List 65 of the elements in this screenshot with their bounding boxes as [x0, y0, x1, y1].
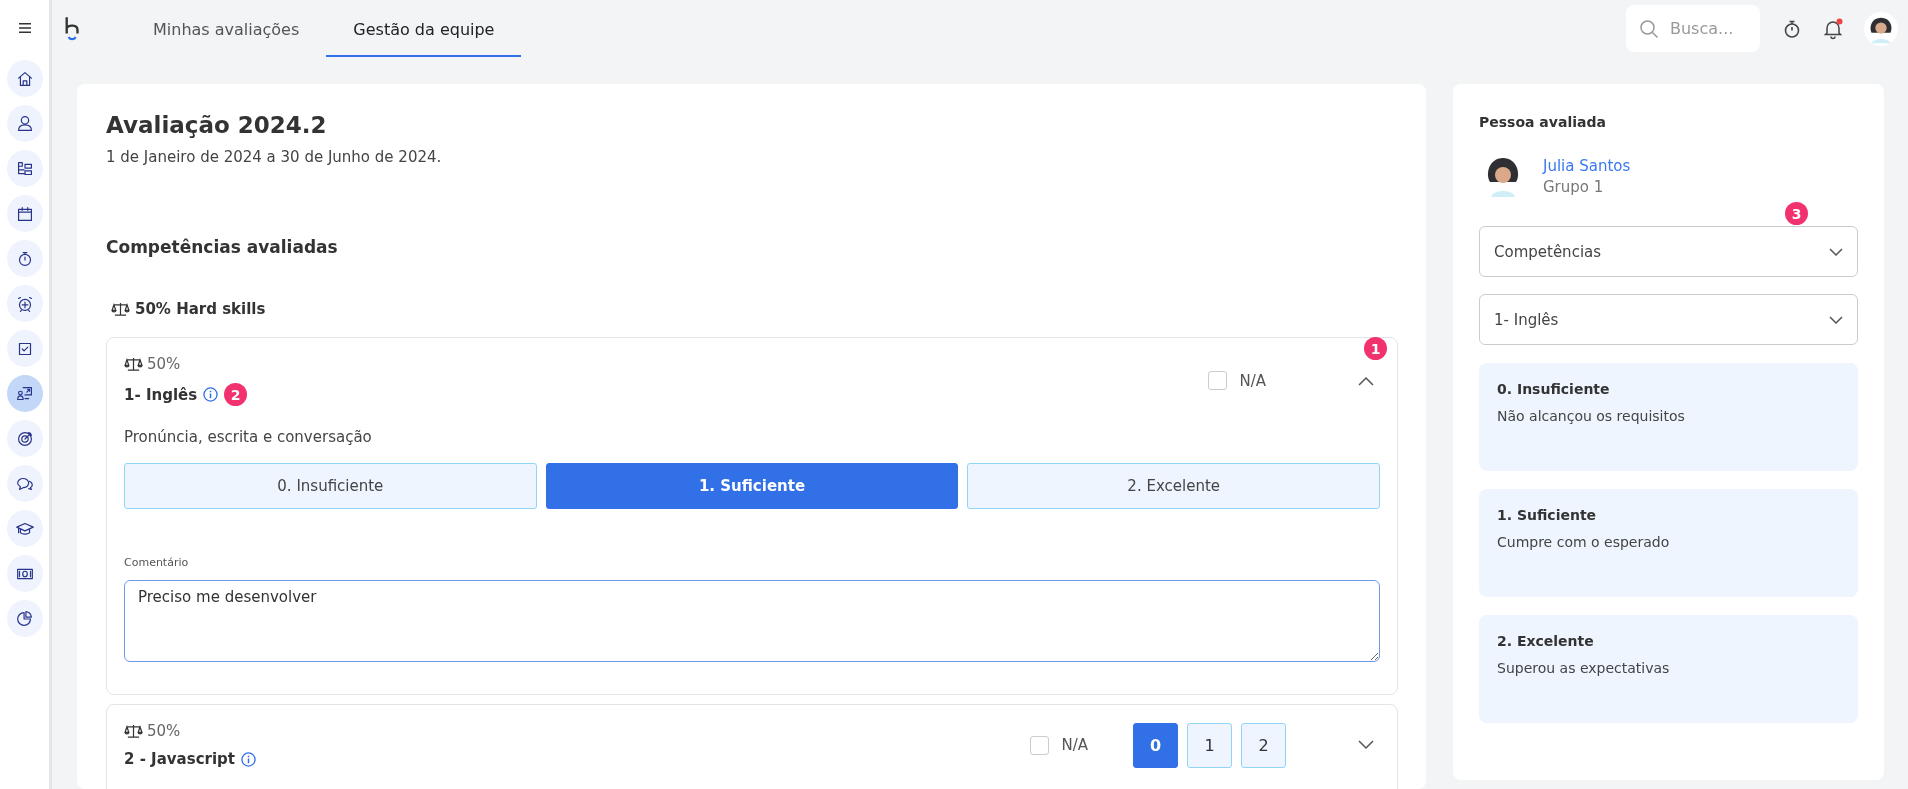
- dropdown[interactable]: Competências: [1479, 226, 1858, 277]
- checkbox-label: N/A: [1061, 736, 1088, 754]
- collapse-icon[interactable]: [1358, 375, 1374, 386]
- comment-label: Comentário: [124, 556, 190, 569]
- sidebar-item[interactable]: [6, 375, 43, 412]
- level-description: Superou as expectativas: [1497, 660, 1671, 676]
- panel-title: Pessoa avaliada: [1479, 114, 1607, 130]
- sidebar-item[interactable]: [6, 150, 43, 187]
- menu-icon[interactable]: [17, 22, 32, 34]
- scale-icon: [124, 356, 143, 372]
- sidebar-item[interactable]: [6, 555, 43, 592]
- chevron-down-icon: [1829, 247, 1843, 256]
- nav-tab[interactable]: Gestão da equipe: [326, 0, 522, 57]
- competency-name: 1- Inglês: [124, 385, 198, 404]
- level-button[interactable]: 1: [1187, 722, 1232, 768]
- scale-icon: [124, 723, 143, 739]
- bell-icon[interactable]: [1822, 17, 1844, 40]
- sidebar-item[interactable]: [6, 285, 43, 322]
- checkbox[interactable]: [1030, 735, 1050, 755]
- sidebar-item[interactable]: [6, 105, 43, 142]
- sidebar-item[interactable]: [6, 420, 43, 457]
- logo-icon[interactable]: [64, 15, 82, 42]
- sidebar-item[interactable]: [6, 465, 43, 502]
- weight-label: 50%: [147, 722, 181, 740]
- section-title: Competências avaliadas: [106, 237, 339, 257]
- sidebar-item[interactable]: [6, 195, 43, 232]
- annotation-marker: 3: [1785, 202, 1808, 225]
- level-title: 0. Insuficiente: [1497, 381, 1611, 397]
- level-button[interactable]: 2. Excelente: [967, 463, 1380, 509]
- competency-description: Pronúncia, escrita e conversação: [124, 428, 373, 446]
- scale-icon: [111, 301, 130, 317]
- sidebar-item[interactable]: [6, 330, 43, 367]
- info-icon[interactable]: [203, 387, 219, 402]
- evaluation-period: 1 de Janeiro de 2024 a 30 de Junho de 2024.: [106, 148, 443, 166]
- level-description: Não alcançou os requisitos: [1497, 408, 1686, 424]
- annotation-marker: 2: [224, 383, 248, 406]
- evaluation-title: Avaliação 2024.2: [106, 112, 328, 138]
- sidebar-item[interactable]: [6, 60, 43, 97]
- search-field[interactable]: Busca...: [1626, 5, 1760, 52]
- level-button[interactable]: 0. Insuficiente: [124, 463, 537, 509]
- checkbox[interactable]: [1208, 371, 1228, 390]
- checkbox-label: N/A: [1239, 371, 1266, 390]
- sidebar-item[interactable]: [6, 240, 43, 277]
- annotation-marker: 1: [1364, 337, 1387, 360]
- expand-icon[interactable]: [1358, 740, 1374, 750]
- sidebar-item[interactable]: [6, 510, 43, 547]
- skill-group-label: 50% Hard skills: [135, 300, 266, 318]
- stopwatch-icon[interactable]: [1782, 18, 1802, 39]
- person-name-link[interactable]: Julia Santos: [1543, 156, 1631, 175]
- info-icon[interactable]: [241, 751, 256, 767]
- chevron-down-icon: [1829, 315, 1843, 324]
- level-button[interactable]: 1. Suficiente: [545, 463, 959, 509]
- sidebar-item[interactable]: [6, 600, 43, 637]
- avatar-icon[interactable]: [1864, 11, 1898, 46]
- comment-field[interactable]: Preciso me desenvolver: [124, 580, 1380, 662]
- nav-tab[interactable]: Minhas avaliações: [126, 0, 327, 57]
- level-description: Cumpre com o esperado: [1497, 534, 1671, 550]
- dropdown[interactable]: 1- Inglês: [1479, 294, 1858, 345]
- weight-label: 50%: [147, 355, 181, 373]
- person-group: Grupo 1: [1543, 177, 1631, 196]
- level-button[interactable]: 0: [1133, 722, 1178, 768]
- competency-name: 2 - Javascript: [124, 750, 235, 768]
- level-title: 2. Excelente: [1497, 633, 1595, 649]
- level-title: 1. Suficiente: [1497, 507, 1598, 523]
- level-button[interactable]: 2: [1241, 722, 1286, 768]
